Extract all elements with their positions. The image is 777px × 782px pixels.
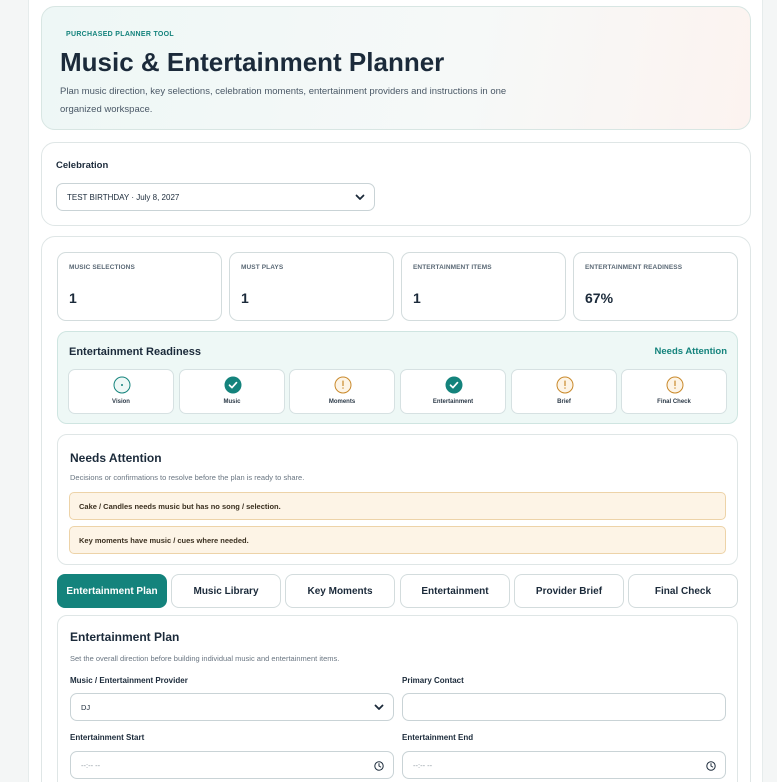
- entertainment-end-input[interactable]: --:-- --: [402, 751, 726, 779]
- primary-contact-input[interactable]: [402, 693, 726, 721]
- stat-label: ENTERTAINMENT ITEMS: [413, 264, 492, 271]
- readiness-step-brief[interactable]: Brief: [511, 369, 617, 414]
- stat-must-plays: MUST PLAYS 1: [229, 252, 394, 321]
- page-description: Plan music direction, key selections, ce…: [60, 86, 507, 115]
- stat-music-selections: MUSIC SELECTIONS 1: [57, 252, 222, 321]
- chevron-down-icon: [355, 194, 365, 200]
- plan-title: Entertainment Plan: [70, 630, 180, 644]
- stat-entertainment-readiness: ENTERTAINMENT READINESS 67%: [573, 252, 738, 321]
- celebration-label: Celebration: [56, 160, 109, 171]
- check-icon: [445, 376, 463, 394]
- readiness-status: Needs Attention: [654, 346, 727, 357]
- stat-value: 1: [69, 290, 77, 306]
- entertainment-plan-panel: Entertainment Plan Set the overall direc…: [57, 615, 738, 782]
- step-label: Final Check: [657, 399, 691, 405]
- clock-icon[interactable]: [374, 761, 384, 771]
- main-card: MUSIC SELECTIONS 1 MUST PLAYS 1 ENTERTAI…: [41, 236, 751, 782]
- primary-contact-label: Primary Contact: [402, 676, 464, 685]
- stat-value: 67%: [585, 290, 614, 306]
- readiness-step-final-check[interactable]: Final Check: [621, 369, 727, 414]
- celebration-select-value: TEST BIRTHDAY · July 8, 2027: [67, 192, 180, 202]
- stat-label: MUSIC SELECTIONS: [69, 264, 135, 271]
- stat-value: 1: [413, 290, 421, 306]
- step-label: Music: [223, 399, 241, 405]
- exclamation-icon: [556, 376, 574, 394]
- attention-item: Key moments have music / cues where need…: [69, 526, 726, 554]
- stat-value: 1: [241, 290, 249, 306]
- entertainment-end-label: Entertainment End: [402, 733, 474, 742]
- tab-key-moments[interactable]: Key Moments: [285, 574, 395, 608]
- provider-select[interactable]: DJ: [70, 693, 394, 721]
- entertainment-end-value: --:-- --: [413, 760, 433, 770]
- stat-entertainment-items: ENTERTAINMENT ITEMS 1: [401, 252, 566, 321]
- celebration-card: Celebration TEST BIRTHDAY · July 8, 2027: [41, 142, 751, 226]
- dot-icon: [113, 376, 131, 394]
- entertainment-start-label: Entertainment Start: [70, 733, 145, 742]
- chevron-down-icon: [374, 704, 384, 710]
- plan-description: Set the overall direction before buildin…: [70, 654, 340, 663]
- stat-label: ENTERTAINMENT READINESS: [585, 264, 683, 271]
- stat-label: MUST PLAYS: [241, 264, 284, 271]
- hero-tag: PURCHASED PLANNER TOOL: [66, 31, 174, 38]
- needs-attention-panel: Needs Attention Decisions or confirmatio…: [57, 434, 738, 565]
- page-title: Music & Entertainment Planner: [60, 47, 445, 77]
- entertainment-start-value: --:-- --: [81, 760, 101, 770]
- page: PURCHASED PLANNER TOOL Music & Entertain…: [28, 0, 763, 782]
- readiness-step-music[interactable]: Music: [179, 369, 285, 414]
- step-label: Moments: [328, 399, 356, 405]
- needs-attention-description: Decisions or confirmations to resolve be…: [70, 473, 305, 482]
- readiness-step-vision[interactable]: Vision: [68, 369, 174, 414]
- readiness-step-entertainment[interactable]: Entertainment: [400, 369, 506, 414]
- tab-final-check[interactable]: Final Check: [628, 574, 738, 608]
- tab-music-library[interactable]: Music Library: [171, 574, 281, 608]
- readiness-title: Entertainment Readiness: [69, 346, 202, 358]
- step-label: Brief: [557, 399, 571, 405]
- tab-entertainment-plan[interactable]: Entertainment Plan: [57, 574, 167, 608]
- hero-card: PURCHASED PLANNER TOOL Music & Entertain…: [41, 6, 751, 130]
- clock-icon[interactable]: [706, 761, 716, 771]
- entertainment-start-input[interactable]: --:-- --: [70, 751, 394, 779]
- tab-provider-brief[interactable]: Provider Brief: [514, 574, 624, 608]
- provider-select-value: DJ: [81, 702, 91, 712]
- provider-label: Music / Entertainment Provider: [70, 676, 188, 685]
- step-label: Entertainment: [432, 399, 474, 405]
- check-icon: [224, 376, 242, 394]
- step-label: Vision: [112, 399, 130, 405]
- exclamation-icon: [666, 376, 684, 394]
- celebration-select[interactable]: TEST BIRTHDAY · July 8, 2027: [56, 183, 375, 211]
- needs-attention-title: Needs Attention: [70, 451, 162, 465]
- attention-item: Cake / Candles needs music but has no so…: [69, 492, 726, 520]
- exclamation-icon: [334, 376, 352, 394]
- readiness-step-moments[interactable]: Moments: [289, 369, 395, 414]
- readiness-panel: Entertainment Readiness Needs Attention …: [57, 331, 738, 424]
- tab-entertainment[interactable]: Entertainment: [400, 574, 510, 608]
